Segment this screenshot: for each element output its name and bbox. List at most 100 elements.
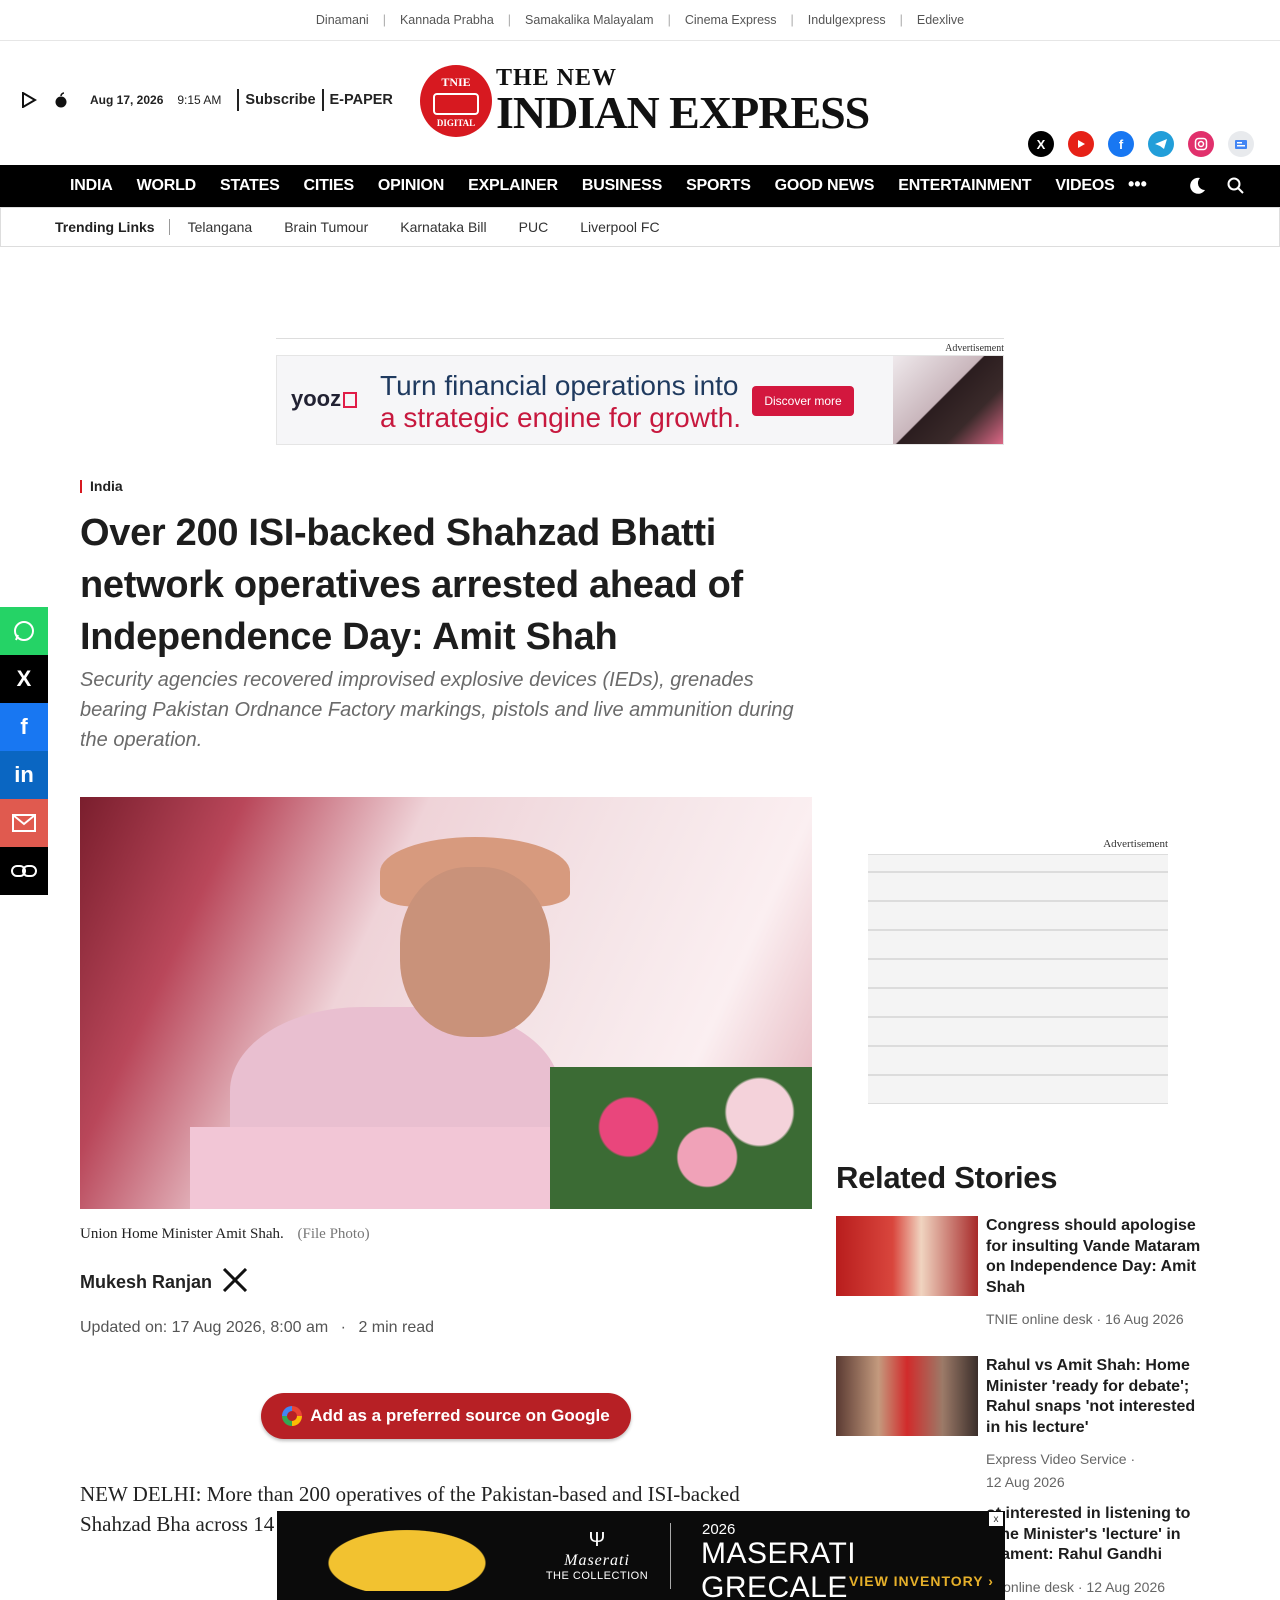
trending-link[interactable]: Liverpool FC: [580, 219, 659, 235]
bottom-sticky-advertisement[interactable]: Ψ Maserati THE COLLECTION 2026 MASERATI …: [277, 1511, 1005, 1600]
subscribe-link[interactable]: Subscribe: [237, 89, 316, 111]
link-icon[interactable]: [0, 847, 48, 895]
related-meta: Express Video Service · 12 Aug 2026: [986, 1451, 1136, 1490]
epaper-link[interactable]: E-PAPER: [321, 89, 393, 111]
nav-item-videos[interactable]: VIDEOS: [1055, 177, 1114, 195]
ad-brand: Ψ Maserati THE COLLECTION: [542, 1529, 652, 1582]
ad-creative[interactable]: yooz Turn financial operations into a st…: [276, 355, 1004, 445]
whatsapp-icon[interactable]: [0, 607, 48, 655]
related-date: 12 Aug 2026: [1086, 1579, 1166, 1595]
ad-cta-button[interactable]: Discover more: [752, 386, 854, 416]
linkedin-icon[interactable]: in: [0, 751, 48, 799]
ad-label: Advertisement: [1103, 838, 1168, 850]
play-store-icon[interactable]: [18, 89, 40, 111]
ad-brand-logo: [343, 392, 358, 408]
seal-bottom-text: DIGITAL: [436, 117, 476, 128]
nav-item-business[interactable]: BUSINESS: [582, 177, 662, 195]
nav-item-sports[interactable]: SPORTS: [686, 177, 751, 195]
top-advertisement: Advertisement yooz Turn financial operat…: [276, 338, 1004, 446]
photo-caption: Union Home Minister Amit Shah. (File Pho…: [80, 1226, 370, 1243]
related-title[interactable]: Congress should apologise for insulting …: [986, 1216, 1201, 1298]
site-logo[interactable]: TNIE DIGITAL THE NEW INDIAN EXPRESS: [420, 65, 870, 138]
related-source: Express Video Service: [986, 1451, 1127, 1467]
youtube-icon[interactable]: [1068, 131, 1094, 157]
sister-site-link[interactable]: Edexlive: [917, 13, 964, 27]
ad-car-image: [307, 1521, 507, 1591]
sister-site-link[interactable]: Samakalika Malayalam: [525, 13, 654, 27]
article-summary: Security agencies recovered improvised e…: [80, 669, 794, 751]
photo-flowers: [550, 1067, 812, 1209]
sister-site-link[interactable]: Indulgexpress: [808, 13, 886, 27]
x-icon[interactable]: X: [0, 655, 48, 703]
photo-figure-head: [400, 867, 550, 1037]
nav-item-explainer[interactable]: EXPLAINER: [468, 177, 558, 195]
nav-item-india[interactable]: INDIA: [70, 177, 113, 195]
apple-icon[interactable]: [50, 89, 72, 111]
author-row: Mukesh Ranjan: [80, 1267, 248, 1297]
article-title: Over 200 ISI-backed Shahzad Bhatti netwo…: [80, 512, 743, 658]
sidebar-advertisement: Advertisement: [868, 838, 1168, 1106]
ad-cta-link[interactable]: VIEW INVENTORY ›: [849, 1573, 994, 1589]
ad-placeholder[interactable]: [868, 854, 1168, 1104]
related-item[interactable]: Rahul vs Amit Shah: Home Minister 'ready…: [836, 1356, 1206, 1496]
ad-close-icon[interactable]: x: [989, 1512, 1003, 1526]
trending-link[interactable]: Karnataka Bill: [400, 219, 486, 235]
sister-site-link[interactable]: Cinema Express: [685, 13, 777, 27]
logo-line2: INDIAN EXPRESS: [496, 87, 870, 138]
separator: |: [899, 13, 903, 27]
trending-link[interactable]: Brain Tumour: [284, 219, 368, 235]
nav-item-good-news[interactable]: GOOD NEWS: [775, 177, 875, 195]
related-title[interactable]: Rahul vs Amit Shah: Home Minister 'ready…: [986, 1356, 1201, 1438]
instagram-icon[interactable]: [1188, 131, 1214, 157]
author-x-icon[interactable]: [222, 1267, 248, 1297]
logo-wordmark: THE NEW INDIAN EXPRESS: [496, 66, 870, 138]
ad-brand: yooz: [291, 386, 358, 412]
related-date: 16 Aug 2026: [1105, 1311, 1184, 1327]
trending-link[interactable]: Telangana: [188, 219, 253, 235]
more-menu-icon[interactable]: •••: [1128, 174, 1147, 195]
sister-site-link[interactable]: Kannada Prabha: [400, 13, 494, 27]
google-news-icon[interactable]: [1228, 131, 1254, 157]
social-links: X f: [1028, 131, 1254, 157]
trident-icon: Ψ: [588, 1529, 606, 1551]
ad-image: [893, 356, 1003, 444]
related-date: 12 Aug 2026: [986, 1474, 1065, 1490]
google-preferred-source-button[interactable]: Add as a preferred source on Google: [261, 1393, 631, 1439]
related-item[interactable]: Congress should apologise for insulting …: [836, 1216, 1206, 1328]
dark-mode-icon[interactable]: [1186, 175, 1208, 202]
nav-item-entertainment[interactable]: ENTERTAINMENT: [898, 177, 1031, 195]
nav-item-opinion[interactable]: OPINION: [378, 177, 444, 195]
x-icon[interactable]: X: [1028, 131, 1054, 157]
nav-item-states[interactable]: STATES: [220, 177, 280, 195]
caption-text: Union Home Minister Amit Shah.: [80, 1226, 284, 1242]
author-name[interactable]: Mukesh Ranjan: [80, 1272, 212, 1293]
site-header: Aug 17, 2026 9:15 AM Subscribe E-PAPER T…: [0, 41, 1280, 165]
caption-credit: (File Photo): [297, 1226, 370, 1242]
related-title[interactable]: ot interested in listening to ome Minist…: [986, 1504, 1201, 1566]
trending-link[interactable]: PUC: [519, 219, 549, 235]
meta-separator: ·: [340, 1319, 346, 1336]
facebook-icon[interactable]: f: [1108, 131, 1134, 157]
ad-brand-text: yooz: [291, 386, 342, 411]
current-date: Aug 17, 2026: [90, 93, 164, 107]
ad-headline-line2: a strategic engine for growth.: [380, 402, 742, 433]
ad-headline-line1: Turn financial operations into: [380, 370, 739, 401]
trending-bar: Trending Links Telangana Brain Tumour Ka…: [0, 207, 1280, 247]
separator: |: [507, 13, 512, 27]
logo-seal: TNIE DIGITAL: [420, 65, 492, 137]
telegram-icon[interactable]: [1148, 131, 1174, 157]
related-heading: Related Stories: [836, 1160, 1058, 1195]
nav-item-world[interactable]: WORLD: [137, 177, 197, 195]
related-thumbnail: [836, 1216, 978, 1296]
related-source: TNIE online desk: [986, 1311, 1093, 1327]
email-icon[interactable]: [0, 799, 48, 847]
seal-top-text: TNIE: [441, 74, 471, 89]
nav-item-cities[interactable]: CITIES: [304, 177, 355, 195]
article-category[interactable]: India: [80, 479, 820, 493]
facebook-icon[interactable]: f: [0, 703, 48, 751]
trending-label: Trending Links: [55, 219, 170, 235]
search-icon[interactable]: [1226, 176, 1246, 201]
ad-year: 2026: [702, 1521, 736, 1538]
google-icon: [282, 1406, 303, 1426]
sister-site-link[interactable]: Dinamani: [316, 13, 369, 27]
